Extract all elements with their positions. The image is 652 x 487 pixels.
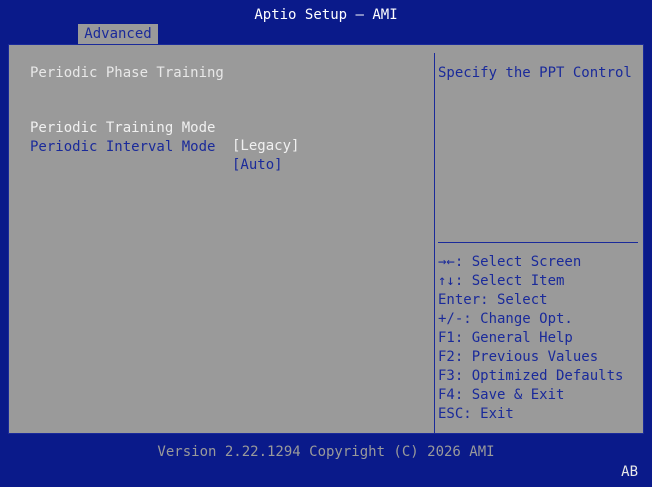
setting-label: Periodic Interval Mode [30,139,216,155]
key-legend: →←: Select Screen ↑↓: Select Item Enter:… [438,253,623,424]
key-hint-change-opt: +/-: Change Opt. [438,311,573,327]
key-hint-general-help: F1: General Help [438,330,573,346]
key-hint-optimized-defaults: F3: Optimized Defaults [438,368,624,384]
panel-divider [434,53,435,434]
key-hint-enter: Enter: Select [438,292,548,308]
tab-advanced[interactable]: Advanced [78,24,158,44]
help-divider [438,242,638,243]
key-hint-exit: ESC: Exit [438,406,514,422]
key-hint-previous-values: F2: Previous Values [438,349,599,365]
section-heading: Periodic Phase Training [30,65,224,81]
setting-row-periodic-training-mode[interactable]: Periodic Training Mode [Legacy] [30,101,299,154]
corner-code: AB [621,464,638,480]
setting-value[interactable]: [Legacy] [232,137,299,155]
key-hint-select-item: ↑↓: Select Item [438,273,565,289]
setting-row-periodic-interval-mode[interactable]: Periodic Interval Mode [Auto] [30,120,283,173]
help-description: Specify the PPT Control [438,65,632,81]
version-footer: Version 2.22.1294 Copyright (C) 2026 AMI [157,444,495,460]
setting-value[interactable]: [Auto] [232,156,283,174]
bios-setup-screen: Aptio Setup – AMI Advanced Periodic Phas… [0,0,652,487]
key-hint-select-screen: →←: Select Screen [438,254,582,270]
key-hint-save-exit: F4: Save & Exit [438,387,565,403]
app-title: Aptio Setup – AMI [254,7,398,23]
main-panel: Periodic Phase Training Periodic Trainin… [8,44,644,434]
